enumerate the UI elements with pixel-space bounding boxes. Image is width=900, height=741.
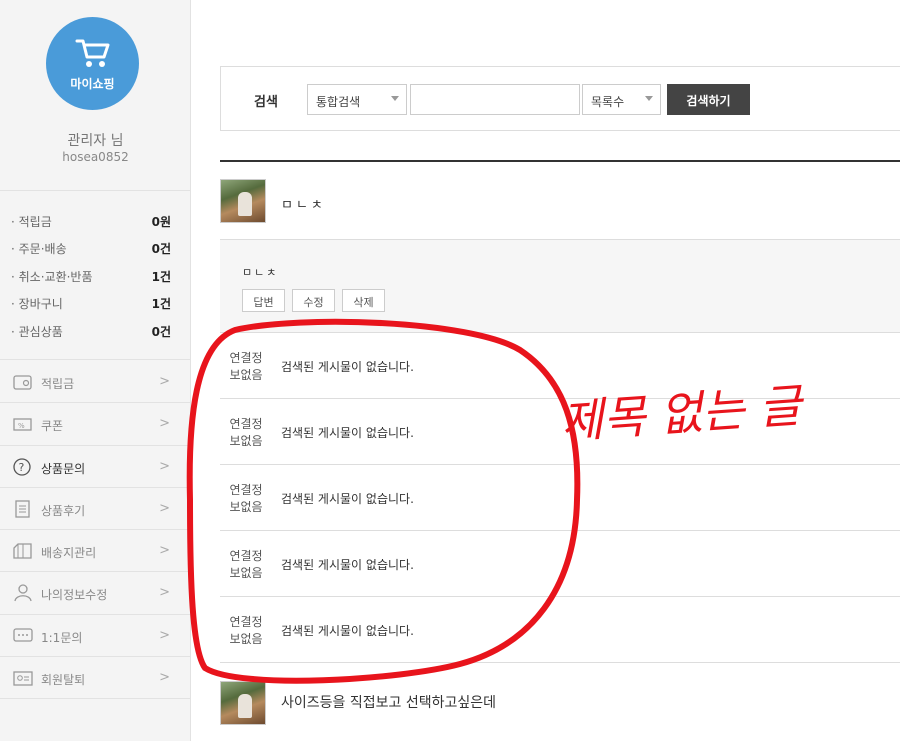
list-item: 연결정보없음 검색된 게시물이 없습니다. xyxy=(220,597,900,663)
chevron-right-icon: > xyxy=(159,585,170,601)
search-type-value: 통합검색 xyxy=(316,95,361,109)
sidebar-menu: 적립금 > % 쿠폰 > ? 상품문의 > 상품후기 > 배송지관리 > 나의정… xyxy=(0,361,190,700)
chevron-right-icon: > xyxy=(159,374,170,389)
chat-icon xyxy=(13,628,33,642)
stat-label: · 주문·배송 xyxy=(11,242,67,256)
chevron-right-icon: > xyxy=(159,670,170,686)
sidebar-item-edit-profile[interactable]: 나의정보수정 > xyxy=(0,572,190,615)
stat-value: 0건 xyxy=(151,242,171,256)
sidebar-item-reviews[interactable]: 상품후기 > xyxy=(0,488,190,531)
post-title[interactable]: ㅁㄴㅊ xyxy=(281,194,326,213)
stat-cart[interactable]: · 장바구니 1건 xyxy=(11,295,171,315)
question-icon: ? xyxy=(13,457,31,476)
clipboard-icon xyxy=(15,500,30,518)
post-row[interactable]: 사이즈등을 직접보고 선택하고싶은데 xyxy=(220,663,900,741)
sidebar-item-product-inquiry[interactable]: ? 상품문의 > xyxy=(0,446,190,488)
sidebar: 마이쇼핑 관리자 님 hosea0852 · 적립금 0원 · 주문·배송 0건 ·… xyxy=(0,0,191,741)
stat-orders[interactable]: · 주문·배송 0건 xyxy=(11,240,171,260)
link-info-tag: 연결정보없음 xyxy=(229,615,263,646)
box-icon xyxy=(13,543,32,559)
link-info-tag: 연결정보없음 xyxy=(229,351,263,382)
chevron-right-icon: > xyxy=(159,627,170,643)
my-shopping-label: 마이쇼핑 xyxy=(70,77,115,91)
sidebar-item-one-to-one[interactable]: 1:1문의 > xyxy=(0,615,190,658)
sidebar-item-label: 배송지관리 xyxy=(41,546,97,561)
coupon-icon: % xyxy=(13,418,32,431)
stat-value: 0원 xyxy=(151,215,171,229)
sidebar-item-label: 회원탈퇴 xyxy=(41,673,86,688)
sidebar-item-label: 나의정보수정 xyxy=(41,588,108,603)
list-item: 연결정보없음 검색된 게시물이 없습니다. xyxy=(220,531,900,597)
list-count-value: 목록수 xyxy=(591,95,625,109)
stat-label: · 장바구니 xyxy=(11,297,63,311)
search-panel: 검색 통합검색 목록수 검색하기 xyxy=(220,66,900,131)
sidebar-item-label: 쿠폰 xyxy=(41,419,64,434)
sidebar-item-label: 상품후기 xyxy=(41,503,86,518)
svg-text:%: % xyxy=(18,422,25,430)
post-row[interactable]: ㅁㄴㅊ xyxy=(220,162,900,240)
sidebar-item-label: 적립금 xyxy=(41,377,75,391)
chevron-right-icon: > xyxy=(159,458,170,474)
cart-icon xyxy=(75,39,110,67)
sidebar-item-label: 1:1문의 xyxy=(41,630,83,645)
user-id: hosea0852 xyxy=(62,150,129,164)
stat-label: · 취소·교환·반품 xyxy=(11,270,93,284)
list-item: 연결정보없음 검색된 게시물이 없습니다. xyxy=(220,333,900,399)
sidebar-item-withdraw[interactable]: 회원탈퇴 > xyxy=(0,657,190,700)
empty-message: 검색된 게시물이 없습니다. xyxy=(281,558,414,572)
stat-value: 0건 xyxy=(151,325,171,339)
delete-button[interactable]: 삭제 xyxy=(342,289,385,312)
stat-points[interactable]: · 적립금 0원 xyxy=(11,213,171,233)
link-info-tag: 연결정보없음 xyxy=(229,417,263,448)
sidebar-item-label: 상품문의 xyxy=(41,461,86,476)
search-button[interactable]: 검색하기 xyxy=(667,84,750,115)
list-item: 연결정보없음 검색된 게시물이 없습니다. xyxy=(220,399,900,465)
id-card-icon xyxy=(13,671,33,686)
profile-panel: 마이쇼핑 관리자 님 hosea0852 xyxy=(0,0,190,191)
stat-wishlist[interactable]: · 관심상품 0건 xyxy=(11,323,171,343)
edit-button[interactable]: 수정 xyxy=(292,289,335,312)
product-thumbnail[interactable] xyxy=(220,681,266,725)
link-info-tag: 연결정보없음 xyxy=(229,483,263,514)
empty-message: 검색된 게시물이 없습니다. xyxy=(281,492,414,506)
post-detail-panel: ㅁㄴㅊ 답변 수정 삭제 xyxy=(220,240,900,333)
stat-label: · 적립금 xyxy=(11,215,52,229)
post-title[interactable]: 사이즈등을 직접보고 선택하고싶은데 xyxy=(281,692,496,712)
sidebar-item-coupon[interactable]: % 쿠폰 > xyxy=(0,403,190,446)
stat-value: 1건 xyxy=(151,297,171,311)
stat-value: 1건 xyxy=(151,270,171,284)
wallet-icon xyxy=(13,375,32,390)
caret-down-icon xyxy=(645,96,653,101)
chevron-right-icon: > xyxy=(159,416,170,432)
post-content: ㅁㄴㅊ xyxy=(242,266,279,279)
search-type-select[interactable]: 통합검색 xyxy=(307,84,407,115)
link-info-tag: 연결정보없음 xyxy=(229,549,263,580)
empty-message: 검색된 게시물이 없습니다. xyxy=(281,624,414,638)
list-count-select[interactable]: 목록수 xyxy=(582,84,661,115)
search-label: 검색 xyxy=(254,95,278,110)
list-item: 연결정보없음 검색된 게시물이 없습니다. xyxy=(220,465,900,531)
sidebar-item-points[interactable]: 적립금 > xyxy=(0,361,190,404)
empty-message: 검색된 게시물이 없습니다. xyxy=(281,426,414,440)
member-stats: · 적립금 0원 · 주문·배송 0건 · 취소·교환·반품 1건 · 장바구니 1건 … xyxy=(0,192,190,360)
caret-down-icon xyxy=(391,96,399,101)
empty-message: 검색된 게시물이 없습니다. xyxy=(281,360,414,374)
svg-text:?: ? xyxy=(19,461,25,474)
product-thumbnail[interactable] xyxy=(220,179,266,223)
chevron-right-icon: > xyxy=(159,500,170,516)
my-shopping-button[interactable]: 마이쇼핑 xyxy=(46,17,139,110)
user-icon xyxy=(14,584,32,602)
stat-returns[interactable]: · 취소·교환·반품 1건 xyxy=(11,268,171,288)
reply-button[interactable]: 답변 xyxy=(242,289,285,312)
sidebar-item-addresses[interactable]: 배송지관리 > xyxy=(0,530,190,573)
search-input[interactable] xyxy=(410,84,580,115)
chevron-right-icon: > xyxy=(159,543,170,559)
user-name: 관리자 님 xyxy=(67,133,124,149)
stat-label: · 관심상품 xyxy=(11,325,63,339)
